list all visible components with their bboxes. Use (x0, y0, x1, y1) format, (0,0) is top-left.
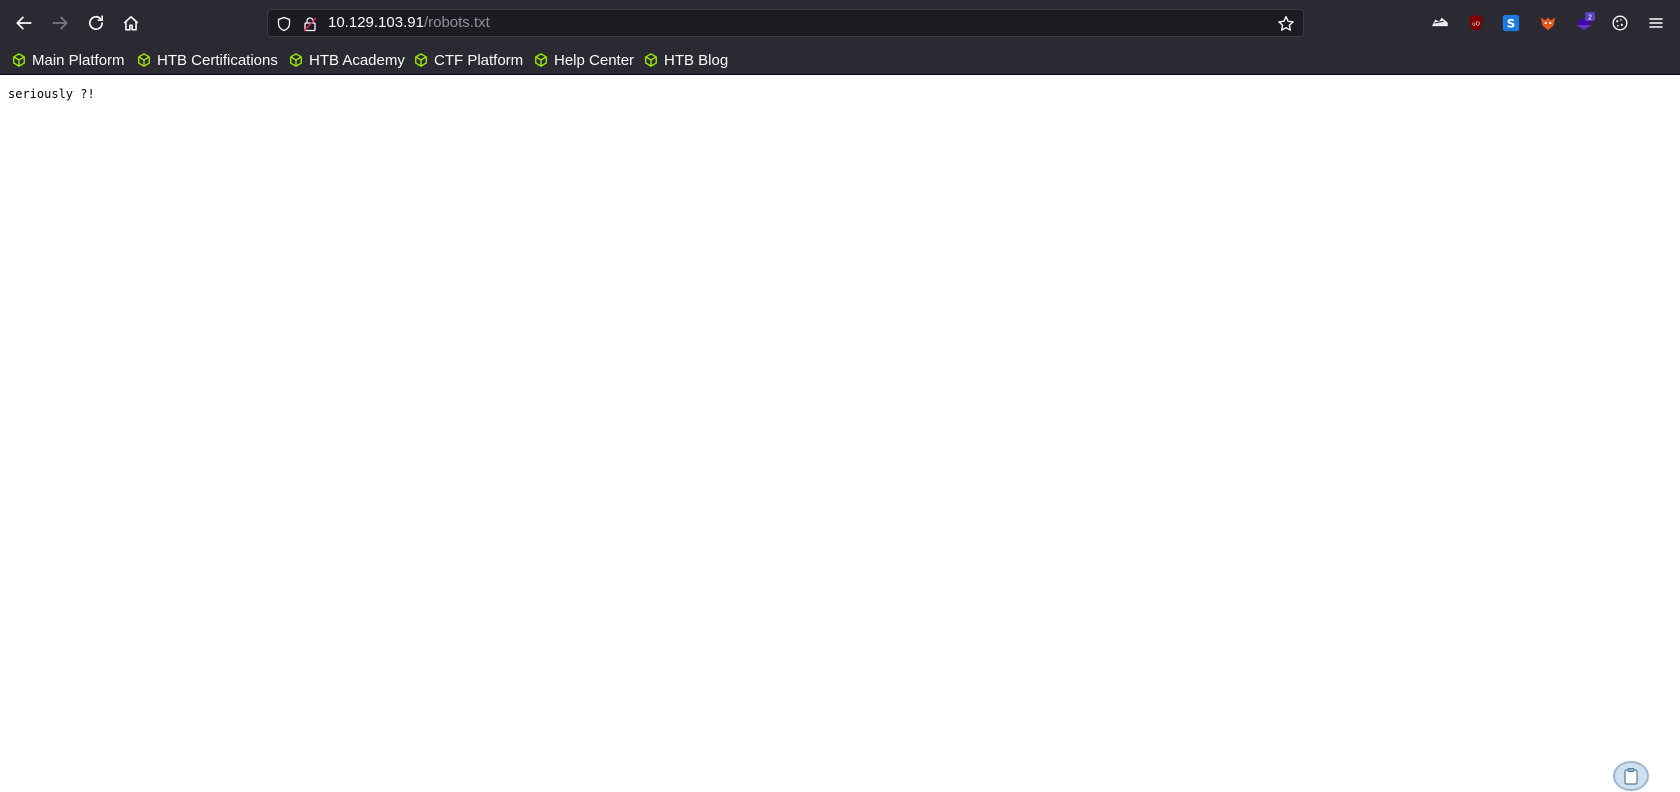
reload-button[interactable] (80, 7, 112, 39)
bookmark-htb-blog[interactable]: HTB Blog (644, 49, 728, 71)
bookmark-htb-academy[interactable]: HTB Academy (289, 49, 405, 71)
svg-text:S: S (1507, 17, 1516, 31)
arrow-right-icon (52, 16, 68, 30)
home-icon (123, 16, 139, 31)
clipboard-icon (1624, 768, 1638, 785)
htb-cube-icon (138, 53, 150, 67)
url-text[interactable]: 10.129.103.91/robots.txt (328, 14, 490, 31)
clipboard-button[interactable] (1613, 761, 1649, 791)
url-bar[interactable]: 10.129.103.91/robots.txt (267, 9, 1304, 37)
bookmark-main-platform[interactable]: Main Platform (12, 49, 125, 71)
url-path: /robots.txt (423, 14, 490, 31)
shoe-extension-icon[interactable] (1429, 12, 1451, 34)
page-content: seriously ?! (0, 75, 1680, 792)
htb-cube-icon (535, 53, 547, 67)
back-button[interactable] (8, 7, 40, 39)
bookmark-ctf-platform[interactable]: CTF Platform (414, 49, 523, 71)
home-button[interactable] (115, 7, 147, 39)
arrow-left-icon (16, 16, 32, 30)
s-extension-icon[interactable]: S (1500, 12, 1522, 34)
bookmark-label: CTF Platform (434, 51, 524, 69)
robots-txt-content: seriously ?! (8, 87, 95, 101)
insecure-lock-icon[interactable] (302, 16, 318, 32)
bookmark-star-icon[interactable] (1277, 15, 1295, 33)
htb-cube-icon (290, 53, 302, 67)
shield-icon[interactable] (276, 16, 292, 32)
browser-chrome: 10.129.103.91/robots.txt uO S 2 Main Pla… (0, 0, 1680, 75)
extension-badge: 2 (1588, 14, 1592, 22)
wappalyzer-icon[interactable]: 2 (1573, 12, 1595, 34)
cookie-icon[interactable] (1609, 12, 1631, 34)
reload-icon (88, 15, 104, 30)
bookmark-htb-certifications[interactable]: HTB Certifications (137, 49, 278, 71)
bookmark-label: HTB Certifications (157, 51, 278, 69)
menu-button[interactable] (1645, 12, 1667, 34)
bookmark-label: Main Platform (32, 51, 125, 69)
bookmark-help-center[interactable]: Help Center (534, 49, 634, 71)
bookmarks-toolbar: Main Platform HTB Certifications HTB Aca… (0, 46, 1680, 74)
bookmark-label: Help Center (554, 51, 635, 69)
bookmark-label: HTB Blog (664, 51, 729, 69)
navigation-toolbar: 10.129.103.91/robots.txt uO S 2 (0, 0, 1680, 46)
ublock-origin-icon[interactable]: uO (1465, 12, 1487, 34)
htb-cube-icon (415, 53, 427, 67)
svg-text:uO: uO (1472, 22, 1480, 28)
hamburger-menu-icon (1649, 18, 1663, 28)
bookmark-label: HTB Academy (309, 51, 405, 69)
url-host: 10.129.103.91 (328, 14, 424, 31)
foxyproxy-icon[interactable] (1537, 12, 1559, 34)
htb-cube-icon (645, 53, 657, 67)
htb-cube-icon (13, 53, 25, 67)
forward-button[interactable] (44, 7, 76, 39)
